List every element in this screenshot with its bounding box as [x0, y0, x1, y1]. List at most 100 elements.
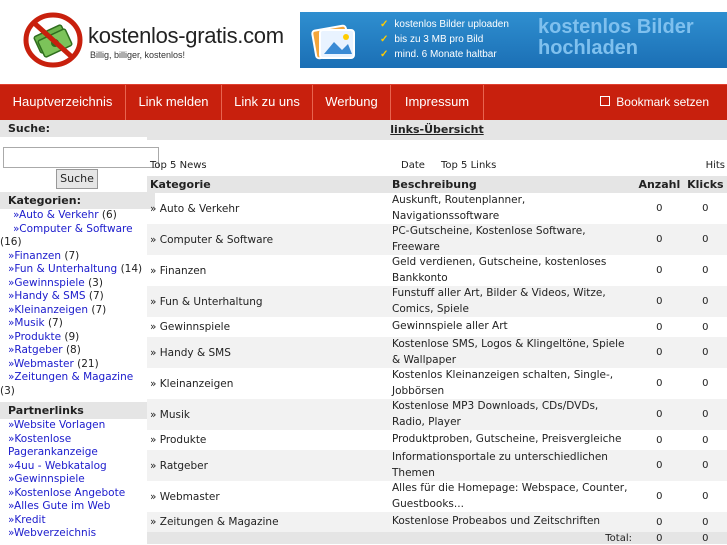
top5-row: Top 5 News Date Top 5 Links Hits [147, 160, 727, 174]
nav-link-zu-uns[interactable]: Link zu uns [222, 85, 313, 121]
overview-title-link[interactable]: links-Übersicht [390, 123, 483, 136]
category-cell-link[interactable]: » Finanzen [147, 255, 389, 286]
upload-banner-ad[interactable]: kostenlos Bilder uploaden bis zu 3 MB pr… [300, 12, 727, 68]
category-link[interactable]: »Musik (7) [0, 317, 147, 331]
category-link[interactable]: »Zeitungen & Magazine [0, 371, 147, 385]
top5-links-label: Top 5 Links [441, 160, 497, 171]
search-input[interactable] [3, 147, 159, 168]
total-row: Total: 0 0 [147, 532, 727, 544]
anzahl-cell: 0 [656, 378, 663, 389]
partnerlinks-heading: Partnerlinks [0, 402, 147, 419]
table-row: » Finanzen Geld verdienen, Gutscheine, ko… [147, 255, 727, 286]
total-anzahl: 0 [635, 532, 684, 544]
table-row: » Zeitungen & Magazine Kostenlose Probeab… [147, 512, 727, 532]
partner-link[interactable]: »Kostenlose Angebote [0, 487, 147, 501]
partner-link[interactable]: »Kredit [0, 514, 147, 528]
site-tagline: Billig, billiger, kostenlos! [90, 50, 186, 60]
description-cell: PC-Gutscheine, Kostenlose Software, Free… [389, 224, 635, 255]
klicks-cell: 0 [702, 203, 709, 214]
category-link[interactable]: »Handy & SMS (7) [0, 290, 147, 304]
image-upload-icon [311, 24, 355, 60]
hits-label: Hits [705, 160, 725, 171]
site-header: kostenlos-gratis.com Billig, billiger, k… [0, 0, 727, 84]
anzahl-cell: 0 [656, 434, 663, 446]
category-link[interactable]: »Auto & Verkehr (6) [0, 209, 147, 223]
bookmark-icon [600, 96, 611, 106]
category-cell-link[interactable]: » Musik [147, 399, 389, 430]
bookmark-label: Bookmark setzen [616, 95, 709, 109]
overview-title-bar: links-Übersicht [147, 120, 727, 140]
category-link[interactable]: »Kleinanzeigen (7) [0, 304, 147, 318]
partner-link[interactable]: »Webverzeichnis [0, 527, 147, 541]
klicks-cell: 0 [683, 512, 727, 532]
table-row: » Fun & Unterhaltung Funstuff aller Art, … [147, 286, 727, 317]
description-cell: Informationsportale zu unterschiedlichen… [389, 450, 635, 481]
col-beschreibung: Beschreibung [389, 176, 635, 193]
anzahl-cell: 0 [656, 491, 663, 502]
anzahl-cell: 0 [656, 321, 663, 333]
category-cell-link[interactable]: » Handy & SMS [147, 337, 389, 368]
date-label: Date [401, 160, 425, 171]
table-row: » Auto & Verkehr Auskunft, Routenplanner,… [147, 193, 727, 224]
category-cell-link[interactable]: » Webmaster [147, 481, 389, 512]
bookmark-link[interactable]: Bookmark setzen [600, 85, 709, 119]
category-cell-link[interactable]: » Auto & Verkehr [147, 193, 389, 224]
description-cell: Alles für die Homepage: Webspace, Counte… [392, 482, 628, 510]
description-cell: Kostenlose MP3 Downloads, CDs/DVDs, Radi… [389, 399, 635, 430]
banner-bullet: mind. 6 Monate haltbar [380, 47, 509, 62]
money-forbidden-logo-icon[interactable] [22, 12, 84, 68]
site-name[interactable]: kostenlos-gratis.com [88, 23, 284, 49]
klicks-cell: 0 [702, 265, 709, 276]
table-row: » Handy & SMS Kostenlose SMS, Logos & Kli… [147, 337, 727, 368]
category-cell-link[interactable]: » Ratgeber [147, 450, 389, 481]
total-label: Total: [389, 532, 635, 544]
category-cell-link[interactable]: » Produkte [147, 430, 389, 450]
klicks-cell: 0 [702, 491, 709, 502]
nav-werbung[interactable]: Werbung [313, 85, 391, 121]
partner-link[interactable]: »Website Vorlagen [0, 419, 147, 433]
table-row: » Gewinnspiele Gewinnspiele aller Art 0 0 [147, 317, 727, 337]
klicks-cell: 0 [702, 378, 709, 389]
klicks-cell: 0 [683, 337, 727, 368]
partner-link[interactable]: »Gewinnspiele [0, 473, 147, 487]
table-row: » Ratgeber Informationsportale zu untersc… [147, 450, 727, 481]
anzahl-cell: 0 [635, 337, 684, 368]
anzahl-cell: 0 [635, 286, 684, 317]
category-cell-link[interactable]: » Zeitungen & Magazine [147, 512, 389, 532]
partner-link[interactable]: »Alles Gute im Web [0, 500, 147, 514]
banner-bullet: bis zu 3 MB pro Bild [380, 32, 509, 47]
klicks-cell: 0 [683, 450, 727, 481]
category-link[interactable]: »Finanzen (7) [0, 250, 147, 264]
anzahl-cell: 0 [656, 265, 663, 276]
partner-link[interactable]: »4uu - Webkatalog [0, 460, 147, 474]
sidebar: Suche: Suche Kategorien: »Auto & Verkehr… [0, 120, 159, 545]
category-cell-link[interactable]: » Computer & Software [147, 224, 389, 255]
search-button[interactable]: Suche [56, 169, 98, 189]
description-cell: Funstuff aller Art, Bilder & Videos, Wit… [389, 286, 635, 317]
category-link[interactable]: »Produkte (9) [0, 331, 147, 345]
category-cell-link[interactable]: » Kleinanzeigen [147, 368, 389, 399]
description-cell: Kostenlose SMS, Logos & Klingeltöne, Spi… [389, 337, 635, 368]
banner-headline: kostenlos Bilder hochladen [538, 17, 694, 59]
anzahl-cell: 0 [635, 512, 684, 532]
category-link[interactable]: »Webmaster (21) [0, 358, 147, 372]
category-link[interactable]: »Ratgeber (8) [0, 344, 147, 358]
banner-bullets: kostenlos Bilder uploaden bis zu 3 MB pr… [380, 17, 509, 62]
nav-hauptverzeichnis[interactable]: Hauptverzeichnis [0, 85, 126, 121]
description-cell: Kostenlose Probeabos und Zeitschriften [389, 512, 635, 532]
partner-link[interactable]: »Kostenlose Pagerankanzeige [0, 433, 98, 460]
klicks-cell: 0 [683, 399, 727, 430]
category-list: »Auto & Verkehr (6) »Computer & Software… [0, 209, 147, 398]
klicks-cell: 0 [683, 224, 727, 255]
category-cell-link[interactable]: » Gewinnspiele [147, 317, 389, 337]
col-klicks: Klicks [683, 176, 727, 193]
category-link[interactable]: »Computer & Software [0, 223, 147, 237]
nav-link-melden[interactable]: Link melden [126, 85, 222, 121]
category-link[interactable]: »Gewinnspiele (3) [0, 277, 147, 291]
nav-impressum[interactable]: Impressum [391, 85, 484, 121]
top5-news-label: Top 5 News [150, 160, 207, 171]
category-link[interactable]: »Fun & Unterhaltung (14) [0, 263, 147, 277]
col-anzahl: Anzahl [635, 176, 684, 193]
total-klicks: 0 [683, 532, 727, 544]
category-cell-link[interactable]: » Fun & Unterhaltung [147, 286, 389, 317]
